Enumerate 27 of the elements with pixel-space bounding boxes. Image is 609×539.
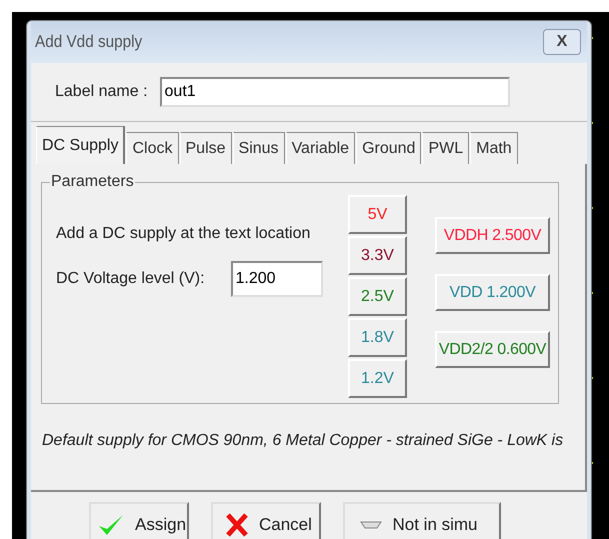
tab[interactable]: Pulse bbox=[180, 132, 232, 164]
cross-icon bbox=[225, 512, 249, 538]
note-text: Default supply for CMOS 90nm, 6 Metal Copper - strained SiGe - LowK is bbox=[42, 432, 564, 450]
voltage-button[interactable]: 3.3V bbox=[348, 236, 407, 275]
window-title: Add Vdd supply bbox=[35, 32, 142, 52]
plug-icon bbox=[360, 520, 382, 530]
tab[interactable]: Variable bbox=[286, 132, 356, 164]
preset-button[interactable]: VDD2/2 0.600V bbox=[435, 331, 550, 368]
voltage-button[interactable]: 1.2V bbox=[348, 359, 407, 398]
tab[interactable]: DC Supply bbox=[36, 126, 126, 164]
tab[interactable]: Sinus bbox=[232, 132, 285, 164]
voltage-button[interactable]: 1.8V bbox=[348, 318, 407, 357]
tab[interactable]: Ground bbox=[356, 132, 422, 164]
voltage-label: DC Voltage level (V): bbox=[56, 270, 205, 288]
label-name-label: Label name : bbox=[55, 83, 148, 101]
tab[interactable]: Clock bbox=[126, 132, 178, 164]
voltage-field[interactable]: 1.200 bbox=[230, 261, 323, 297]
tab[interactable]: Math bbox=[470, 132, 518, 164]
description-text: Add a DC supply at the text location bbox=[56, 225, 312, 243]
cancel-button[interactable]: Cancel bbox=[211, 502, 321, 539]
preset-button[interactable]: VDD 1.200V bbox=[435, 274, 550, 311]
label-name-field[interactable]: out1 bbox=[160, 77, 510, 107]
assign-button[interactable]: Assign bbox=[89, 502, 189, 539]
not-in-simu-button[interactable]: Not in simu bbox=[343, 502, 501, 539]
voltage-button[interactable]: 2.5V bbox=[348, 277, 407, 316]
tab[interactable]: PWL bbox=[422, 132, 470, 164]
close-button[interactable]: X bbox=[543, 29, 581, 55]
